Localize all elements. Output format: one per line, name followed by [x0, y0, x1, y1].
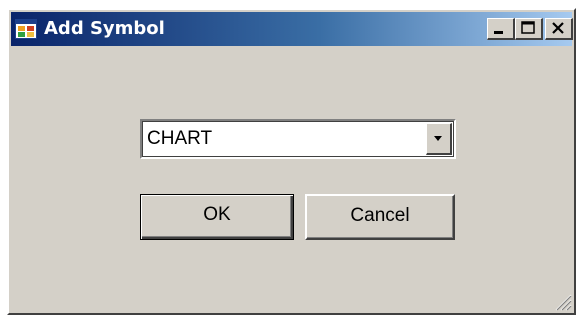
- dropdown-button[interactable]: [426, 123, 452, 155]
- cancel-button[interactable]: Cancel: [305, 194, 455, 240]
- app-icon[interactable]: [15, 19, 37, 39]
- symbol-dropdown-value: CHART: [147, 128, 213, 149]
- add-symbol-dialog: Add Symbol CHART OK Cancel: [7, 8, 576, 315]
- window-title: Add Symbol: [44, 18, 165, 39]
- maximize-button[interactable]: [515, 18, 543, 40]
- close-icon: [552, 22, 564, 34]
- chevron-down-icon: [434, 136, 442, 141]
- maximize-icon: [521, 21, 535, 34]
- symbol-dropdown[interactable]: CHART: [140, 119, 456, 159]
- ok-button[interactable]: OK: [140, 194, 294, 240]
- close-button[interactable]: [545, 18, 573, 40]
- resize-grip-icon[interactable]: [552, 291, 572, 311]
- minimize-icon: [494, 31, 503, 34]
- title-bar[interactable]: Add Symbol: [11, 12, 573, 46]
- minimize-button[interactable]: [487, 18, 515, 40]
